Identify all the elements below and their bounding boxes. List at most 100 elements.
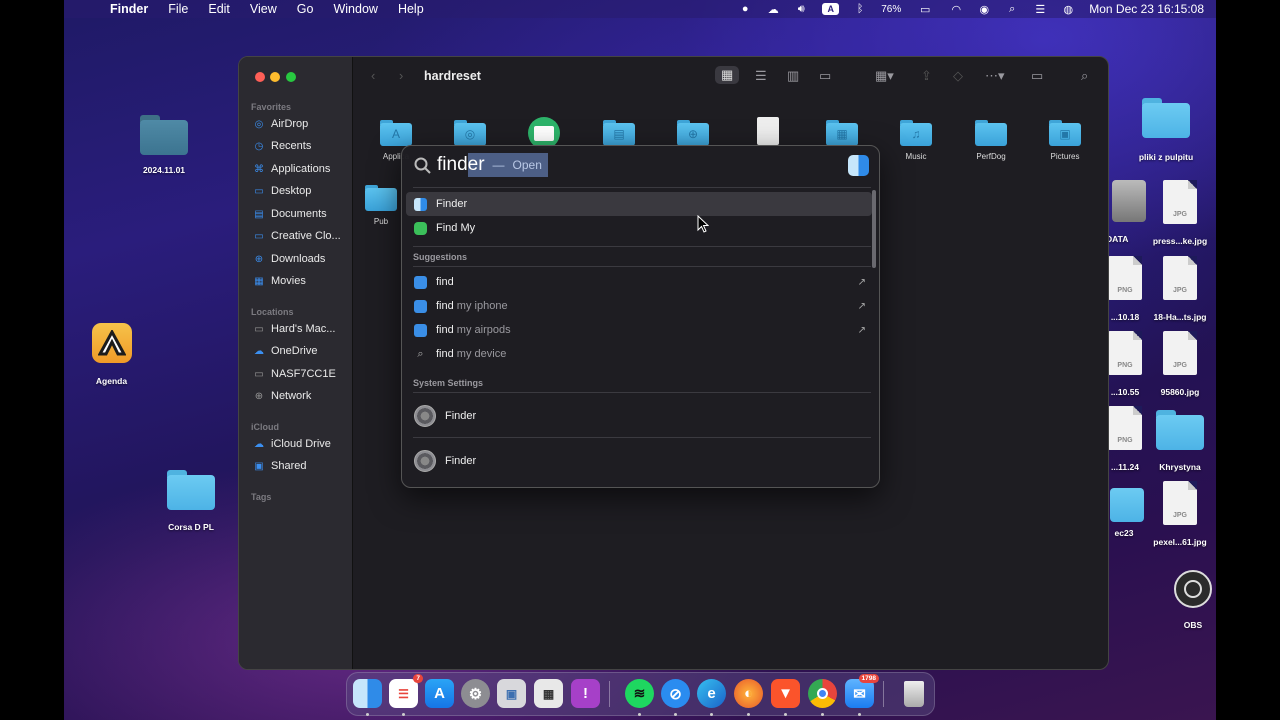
sidebar-item-desktop[interactable]: ▭ Desktop [253,185,311,197]
divider [413,246,871,247]
desktop-file-pexel[interactable]: JPG pexel...61.jpg [1140,481,1216,547]
sidebar-item-onedrive[interactable]: ☁ OneDrive [253,345,317,357]
sidebar-item-hards-mac[interactable]: ▭ Hard's Mac... [253,323,335,335]
group-icon[interactable]: ▦▾ [875,68,894,84]
png-file-icon: PNG [1108,406,1142,450]
sidebar-header-favorites: Favorites [251,102,292,112]
finder-app-icon [848,155,869,176]
spotlight-search-input[interactable]: find er — Open [437,153,548,177]
result-finder[interactable]: Finder [406,192,872,216]
dock-preview[interactable]: ▣ [497,679,526,708]
sidebar-item-movies[interactable]: ▦ Movies [253,275,306,287]
menu-edit[interactable]: Edit [208,2,230,16]
sidebar-item-icloud-drive[interactable]: ☁ iCloud Drive [253,438,331,450]
grid-item-perfdog[interactable]: PerfDog [956,120,1026,161]
dock-trash[interactable] [899,679,928,708]
setting-finder-1[interactable]: Finder [406,403,872,429]
safari-icon: ⊘ [669,685,682,703]
desktop-file-95860[interactable]: JPG 95860.jpg [1140,331,1216,397]
dock-safari[interactable]: ⊘ [661,679,690,716]
control-center-icon[interactable]: ☰ [1033,3,1047,16]
scrollbar[interactable] [872,190,876,268]
dock-app-store[interactable]: A [425,679,454,708]
desktop-file-press[interactable]: JPG press...ke.jpg [1140,180,1216,246]
dock-firefox[interactable]: ◐ [734,679,763,716]
desktop-folder-khrystyna[interactable]: Khrystyna [1140,410,1216,472]
desktop-folder-2024[interactable]: 2024.11.01 [124,115,204,175]
icon-view-icon[interactable]: ▦ [715,66,740,84]
grid-item-file[interactable] [733,117,803,145]
desktop-folder-pliki[interactable]: pliki z pulpitu [1126,98,1206,162]
suggestion-find[interactable]: find ↗ [406,270,872,294]
record-icon[interactable]: ● [738,3,752,15]
desktop-app-obs[interactable]: OBS [1168,570,1216,630]
grid-item-public[interactable]: Pub [361,185,401,226]
grid-item-pictures[interactable]: ▣ Pictures [1030,120,1100,161]
gear-icon: ⚙ [468,685,483,703]
search-icon[interactable]: ⌕ [1081,68,1088,84]
back-chevron-icon[interactable]: ‹ [371,68,375,83]
menu-file[interactable]: File [168,2,188,16]
minimize-button[interactable] [270,72,280,82]
dock-edge[interactable]: e [697,679,726,716]
notification-badge: 7 [413,674,423,683]
finder-sidebar: Favorites ◎ AirDrop ◷ Recents ⌘ Application… [239,57,353,669]
dock-reminders[interactable]: ☰ 7 [389,674,423,716]
volume-icon[interactable]: 🔊︎ [794,3,808,15]
gallery-view-icon[interactable]: ▭ [819,68,831,84]
close-button[interactable] [255,72,265,82]
dock-finder[interactable] [353,679,382,716]
sidebar-item-creative-cloud[interactable]: ▭ Creative Clo... [253,230,340,242]
suggestion-find-my-device[interactable]: ⌕ find my device [406,342,872,366]
list-view-icon[interactable]: ☰ [755,68,767,84]
cloud-icon[interactable]: ☁ [766,3,780,16]
setting-finder-2[interactable]: Finder [406,448,872,474]
wifi-icon[interactable]: ◠ [949,3,963,16]
search-icon[interactable]: ⌕ [1005,3,1019,15]
desktop-file-18ha[interactable]: JPG 18-Ha...ts.jpg [1140,256,1216,322]
sidebar-item-documents[interactable]: ▤ Documents [253,208,326,220]
menu-view[interactable]: View [250,2,277,16]
result-find-my[interactable]: Find My [406,216,872,240]
suggestion-find-my-airpods[interactable]: find my airpods ↗ [406,318,872,342]
dock-chrome[interactable] [808,679,837,716]
menu-help[interactable]: Help [398,2,424,16]
desktop-folder-dec23[interactable]: ec23 [1104,488,1144,538]
desktop-folder-corsa[interactable]: Corsa D PL [151,470,231,532]
tag-icon[interactable]: ◇ [953,68,963,84]
forward-chevron-icon[interactable]: › [399,68,403,83]
preview-icon[interactable]: ▭ [1031,68,1043,84]
column-view-icon[interactable]: ▥ [787,68,799,84]
grid-item-music[interactable]: ♫ Music [881,120,951,161]
more-actions-icon[interactable]: ⋯▾ [985,68,1005,84]
sidebar-item-airdrop[interactable]: ◎ AirDrop [253,118,309,130]
folder-icon [1156,410,1204,450]
menu-go[interactable]: Go [297,2,314,16]
desktop-app-agenda[interactable]: Agenda [84,323,139,386]
menu-window[interactable]: Window [333,2,377,16]
zoom-button[interactable] [286,72,296,82]
dock-feedback[interactable]: ! [571,679,600,708]
user-icon[interactable]: ◉ [977,3,991,16]
menu-app-name[interactable]: Finder [110,2,148,16]
battery-icon[interactable]: ▭ [915,3,935,16]
divider [413,266,871,267]
bluetooth-icon[interactable]: ᛒ [853,3,867,15]
sidebar-item-nas[interactable]: ▭ NASF7CC1E [253,368,336,380]
dock-calculator[interactable]: ▦ [534,679,563,708]
dock-system-settings[interactable]: ⚙ [461,679,490,708]
sidebar-item-recents[interactable]: ◷ Recents [253,140,312,152]
sidebar-item-applications[interactable]: ⌘ Applications [253,163,330,175]
siri-icon[interactable]: ◍ [1061,3,1075,16]
menubar-clock[interactable]: Mon Dec 23 16:15:08 [1089,2,1204,16]
sidebar-item-network[interactable]: ⊕ Network [253,390,312,402]
sidebar-item-downloads[interactable]: ⊕ Downloads [253,253,326,265]
grid-item-label: PerfDog [976,152,1006,161]
dock-mail[interactable]: ✉ 1798 [845,674,879,716]
share-icon[interactable]: ⇪ [921,68,932,84]
suggestion-find-my-iphone[interactable]: find my iphone ↗ [406,294,872,318]
input-source-icon[interactable]: A [822,3,840,15]
dock-brave[interactable]: ▼ [771,679,800,716]
sidebar-item-shared[interactable]: ▣ Shared [253,460,306,472]
dock-spotify[interactable]: ≋ [625,679,654,716]
